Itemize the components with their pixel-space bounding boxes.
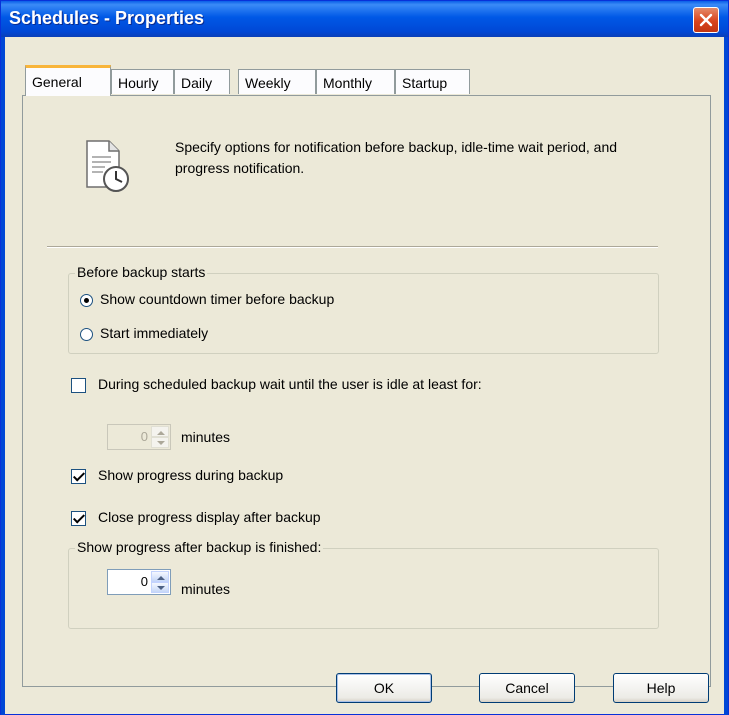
- after-minutes-unit: minutes: [181, 581, 231, 597]
- arrow-down-icon: [157, 586, 165, 590]
- separator: [47, 246, 658, 248]
- tab-label: Startup: [402, 75, 448, 91]
- title-bar[interactable]: Schedules - Properties: [1, 1, 728, 37]
- ok-button[interactable]: OK: [336, 673, 432, 703]
- show-progress-checkbox[interactable]: [71, 469, 86, 484]
- tab-startup[interactable]: Startup: [395, 69, 470, 94]
- close-progress-label: Close progress display after backup: [98, 509, 321, 525]
- after-minutes-stepper[interactable]: 0: [107, 569, 171, 595]
- before-backup-group: Before backup starts: [68, 264, 659, 354]
- tab-monthly[interactable]: Monthly: [316, 69, 395, 94]
- countdown-radio[interactable]: [80, 294, 93, 307]
- close-button[interactable]: [693, 7, 719, 33]
- idle-minutes-stepper[interactable]: 0: [107, 424, 171, 450]
- spin-up-button[interactable]: [151, 426, 169, 437]
- arrow-up-icon: [157, 576, 165, 580]
- tab-hourly[interactable]: Hourly: [111, 69, 174, 94]
- group-label: Before backup starts: [75, 264, 208, 280]
- show-progress-label: Show progress during backup: [98, 467, 284, 483]
- spin-down-button[interactable]: [151, 437, 169, 448]
- close-icon: [699, 13, 713, 27]
- cancel-button[interactable]: Cancel: [479, 673, 575, 703]
- arrow-down-icon: [157, 441, 165, 445]
- tab-label: Hourly: [118, 75, 159, 91]
- tab-weekly[interactable]: Weekly: [238, 69, 316, 94]
- properties-dialog: Schedules - Properties General Hourly Da…: [0, 0, 729, 715]
- idle-wait-checkbox[interactable]: [71, 378, 86, 393]
- start-immediately-radio[interactable]: [80, 328, 93, 341]
- spin-down-button[interactable]: [151, 582, 169, 593]
- tab-daily[interactable]: Daily: [174, 69, 230, 94]
- idle-minutes-value: 0: [140, 429, 148, 444]
- tab-label: Daily: [181, 75, 213, 91]
- after-minutes-value: 0: [140, 574, 148, 589]
- spin-up-button[interactable]: [151, 571, 169, 582]
- start-immediately-label: Start immediately: [100, 325, 209, 341]
- arrow-up-icon: [157, 431, 165, 435]
- general-description: Specify options for notification before …: [175, 139, 618, 176]
- tab-label: Weekly: [245, 75, 291, 91]
- close-progress-checkbox[interactable]: [71, 511, 86, 526]
- tab-label: General: [32, 74, 82, 90]
- tab-label: Monthly: [323, 75, 373, 91]
- help-button[interactable]: Help: [613, 673, 709, 703]
- idle-wait-label: During scheduled backup wait until the u…: [98, 376, 482, 392]
- window-title: Schedules - Properties: [9, 8, 205, 28]
- window-frame-left: [1, 37, 5, 715]
- idle-minutes-unit: minutes: [181, 429, 231, 445]
- group-label: Show progress after backup is finished:: [75, 539, 324, 555]
- scheduled-document-icon: [86, 140, 129, 192]
- window-frame-right: [724, 37, 728, 715]
- tab-general[interactable]: General: [25, 65, 111, 96]
- countdown-label: Show countdown timer before backup: [100, 291, 335, 307]
